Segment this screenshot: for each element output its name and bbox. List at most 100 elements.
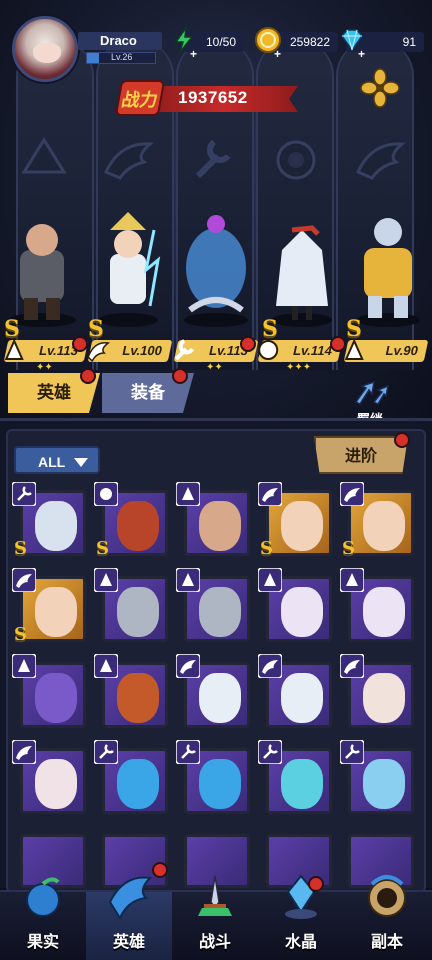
tier-badge: S <box>14 624 27 645</box>
player-level: Lv.26 <box>111 52 133 62</box>
nav-battle[interactable]: 战斗 <box>172 875 258 960</box>
wrench-icon <box>174 339 195 361</box>
wing-icon <box>87 342 111 363</box>
hero-portrait <box>35 673 77 723</box>
wing-icon <box>340 482 364 506</box>
hero-portrait <box>363 587 405 637</box>
wing-icon <box>258 654 282 678</box>
nav-label: 水晶 <box>284 934 317 951</box>
nav-dungeon[interactable]: 副本 <box>344 875 430 960</box>
filter-value: ALL <box>38 454 66 470</box>
energy-counter[interactable]: + 10/50 <box>174 26 244 61</box>
slot-emblem-wing-icon <box>103 142 154 180</box>
chevron-down-icon <box>74 458 88 467</box>
mage-icon <box>340 568 364 592</box>
wing-icon <box>12 740 36 764</box>
gem-counter[interactable]: + 91 <box>341 29 424 61</box>
player-name: Draco <box>78 32 162 50</box>
slot-emblem-mage-icon <box>21 137 67 174</box>
wrench-icon <box>94 740 118 764</box>
tier-badge: S <box>14 538 27 559</box>
wing-icon <box>176 654 200 678</box>
hero-portrait <box>281 587 323 637</box>
class-filter-dropdown[interactable]: ALL <box>14 446 100 474</box>
slot-emblem-beast-icon <box>276 140 316 180</box>
team-hero-2[interactable] <box>88 210 168 328</box>
notification-dot <box>80 368 96 384</box>
nav-heroes[interactable]: 英雄 <box>86 876 172 960</box>
hero-portrait <box>363 673 405 723</box>
plus-icon: + <box>274 47 282 61</box>
wing-icon <box>258 482 282 506</box>
hero-portrait <box>35 501 77 551</box>
hero-portrait <box>199 587 241 637</box>
hero-portrait <box>35 759 77 809</box>
wing-icon <box>340 654 364 678</box>
star-icon: ✦✦✦ <box>286 362 312 373</box>
hero-roster-panel <box>0 418 432 893</box>
notification-dot <box>394 432 410 448</box>
hero-portrait <box>363 501 405 551</box>
hero-portrait <box>35 587 77 637</box>
wrench-icon <box>176 740 200 764</box>
nav-label: 副本 <box>370 934 403 951</box>
hero-portrait <box>281 673 323 723</box>
team-hero-5[interactable] <box>348 210 428 328</box>
gold-counter[interactable]: + 259822 <box>255 27 338 61</box>
hero-portrait <box>281 501 323 551</box>
wing-icon <box>12 568 36 592</box>
slot-emblem-wrench-icon <box>195 139 231 179</box>
hero-portrait <box>199 501 241 551</box>
nav-fruit[interactable]: 果实 <box>0 877 86 960</box>
notification-dot <box>152 862 168 878</box>
wrench-icon <box>258 740 282 764</box>
formation-flower-icon[interactable] <box>360 68 400 108</box>
nav-label: 战斗 <box>198 934 231 951</box>
hero-portrait <box>117 501 159 551</box>
power-value: 1937652 <box>178 88 248 107</box>
hero-portrait <box>281 759 323 809</box>
bottom-nav: 果实 英雄 战斗 水晶 副本 <box>0 874 432 960</box>
hero-portrait <box>117 759 159 809</box>
team-hero-4[interactable] <box>262 210 342 328</box>
mage-icon <box>12 654 36 678</box>
team-level-tag: Lv.90 <box>343 338 429 362</box>
wrench-icon <box>340 740 364 764</box>
notification-dot <box>330 336 346 352</box>
gem-value: 91 <box>402 35 416 49</box>
nav-label: 果实 <box>26 934 59 951</box>
tier-badge: S <box>96 538 109 559</box>
hero-portrait <box>117 673 159 723</box>
hero-portrait <box>117 587 159 637</box>
notification-dot <box>72 336 88 352</box>
player-avatar[interactable] <box>12 16 78 82</box>
player-level-bar: Lv.26 <box>86 52 156 64</box>
hero-portrait <box>363 759 405 809</box>
nav-crystal[interactable]: 水晶 <box>258 874 344 960</box>
mage-icon <box>4 338 24 360</box>
team-level: Lv.90 <box>384 343 420 358</box>
nav-label: 英雄 <box>112 934 145 951</box>
beast-icon <box>258 340 279 360</box>
combat-power: 战力 1937652 <box>114 78 308 118</box>
plus-icon: + <box>358 47 366 61</box>
slot-emblem-wing-icon <box>355 142 406 180</box>
gold-value: 259822 <box>289 35 330 49</box>
tier-badge: S <box>342 538 355 559</box>
star-icon: ✦✦ <box>206 362 223 373</box>
battle-icon <box>198 875 232 916</box>
team-hero-1[interactable] <box>2 210 82 328</box>
fruit-icon <box>26 877 60 917</box>
beast-icon <box>94 482 118 506</box>
notification-dot <box>240 336 256 352</box>
team-hero-3[interactable] <box>176 210 256 328</box>
mage-icon <box>94 654 118 678</box>
hero-portrait <box>199 673 241 723</box>
notification-dot <box>172 368 188 384</box>
dungeon-icon <box>368 875 406 917</box>
xp-fill <box>87 53 100 63</box>
mage-icon <box>344 338 364 360</box>
power-label: 战力 <box>114 80 166 116</box>
energy-value: 10/50 <box>205 35 236 49</box>
mage-icon <box>176 568 200 592</box>
